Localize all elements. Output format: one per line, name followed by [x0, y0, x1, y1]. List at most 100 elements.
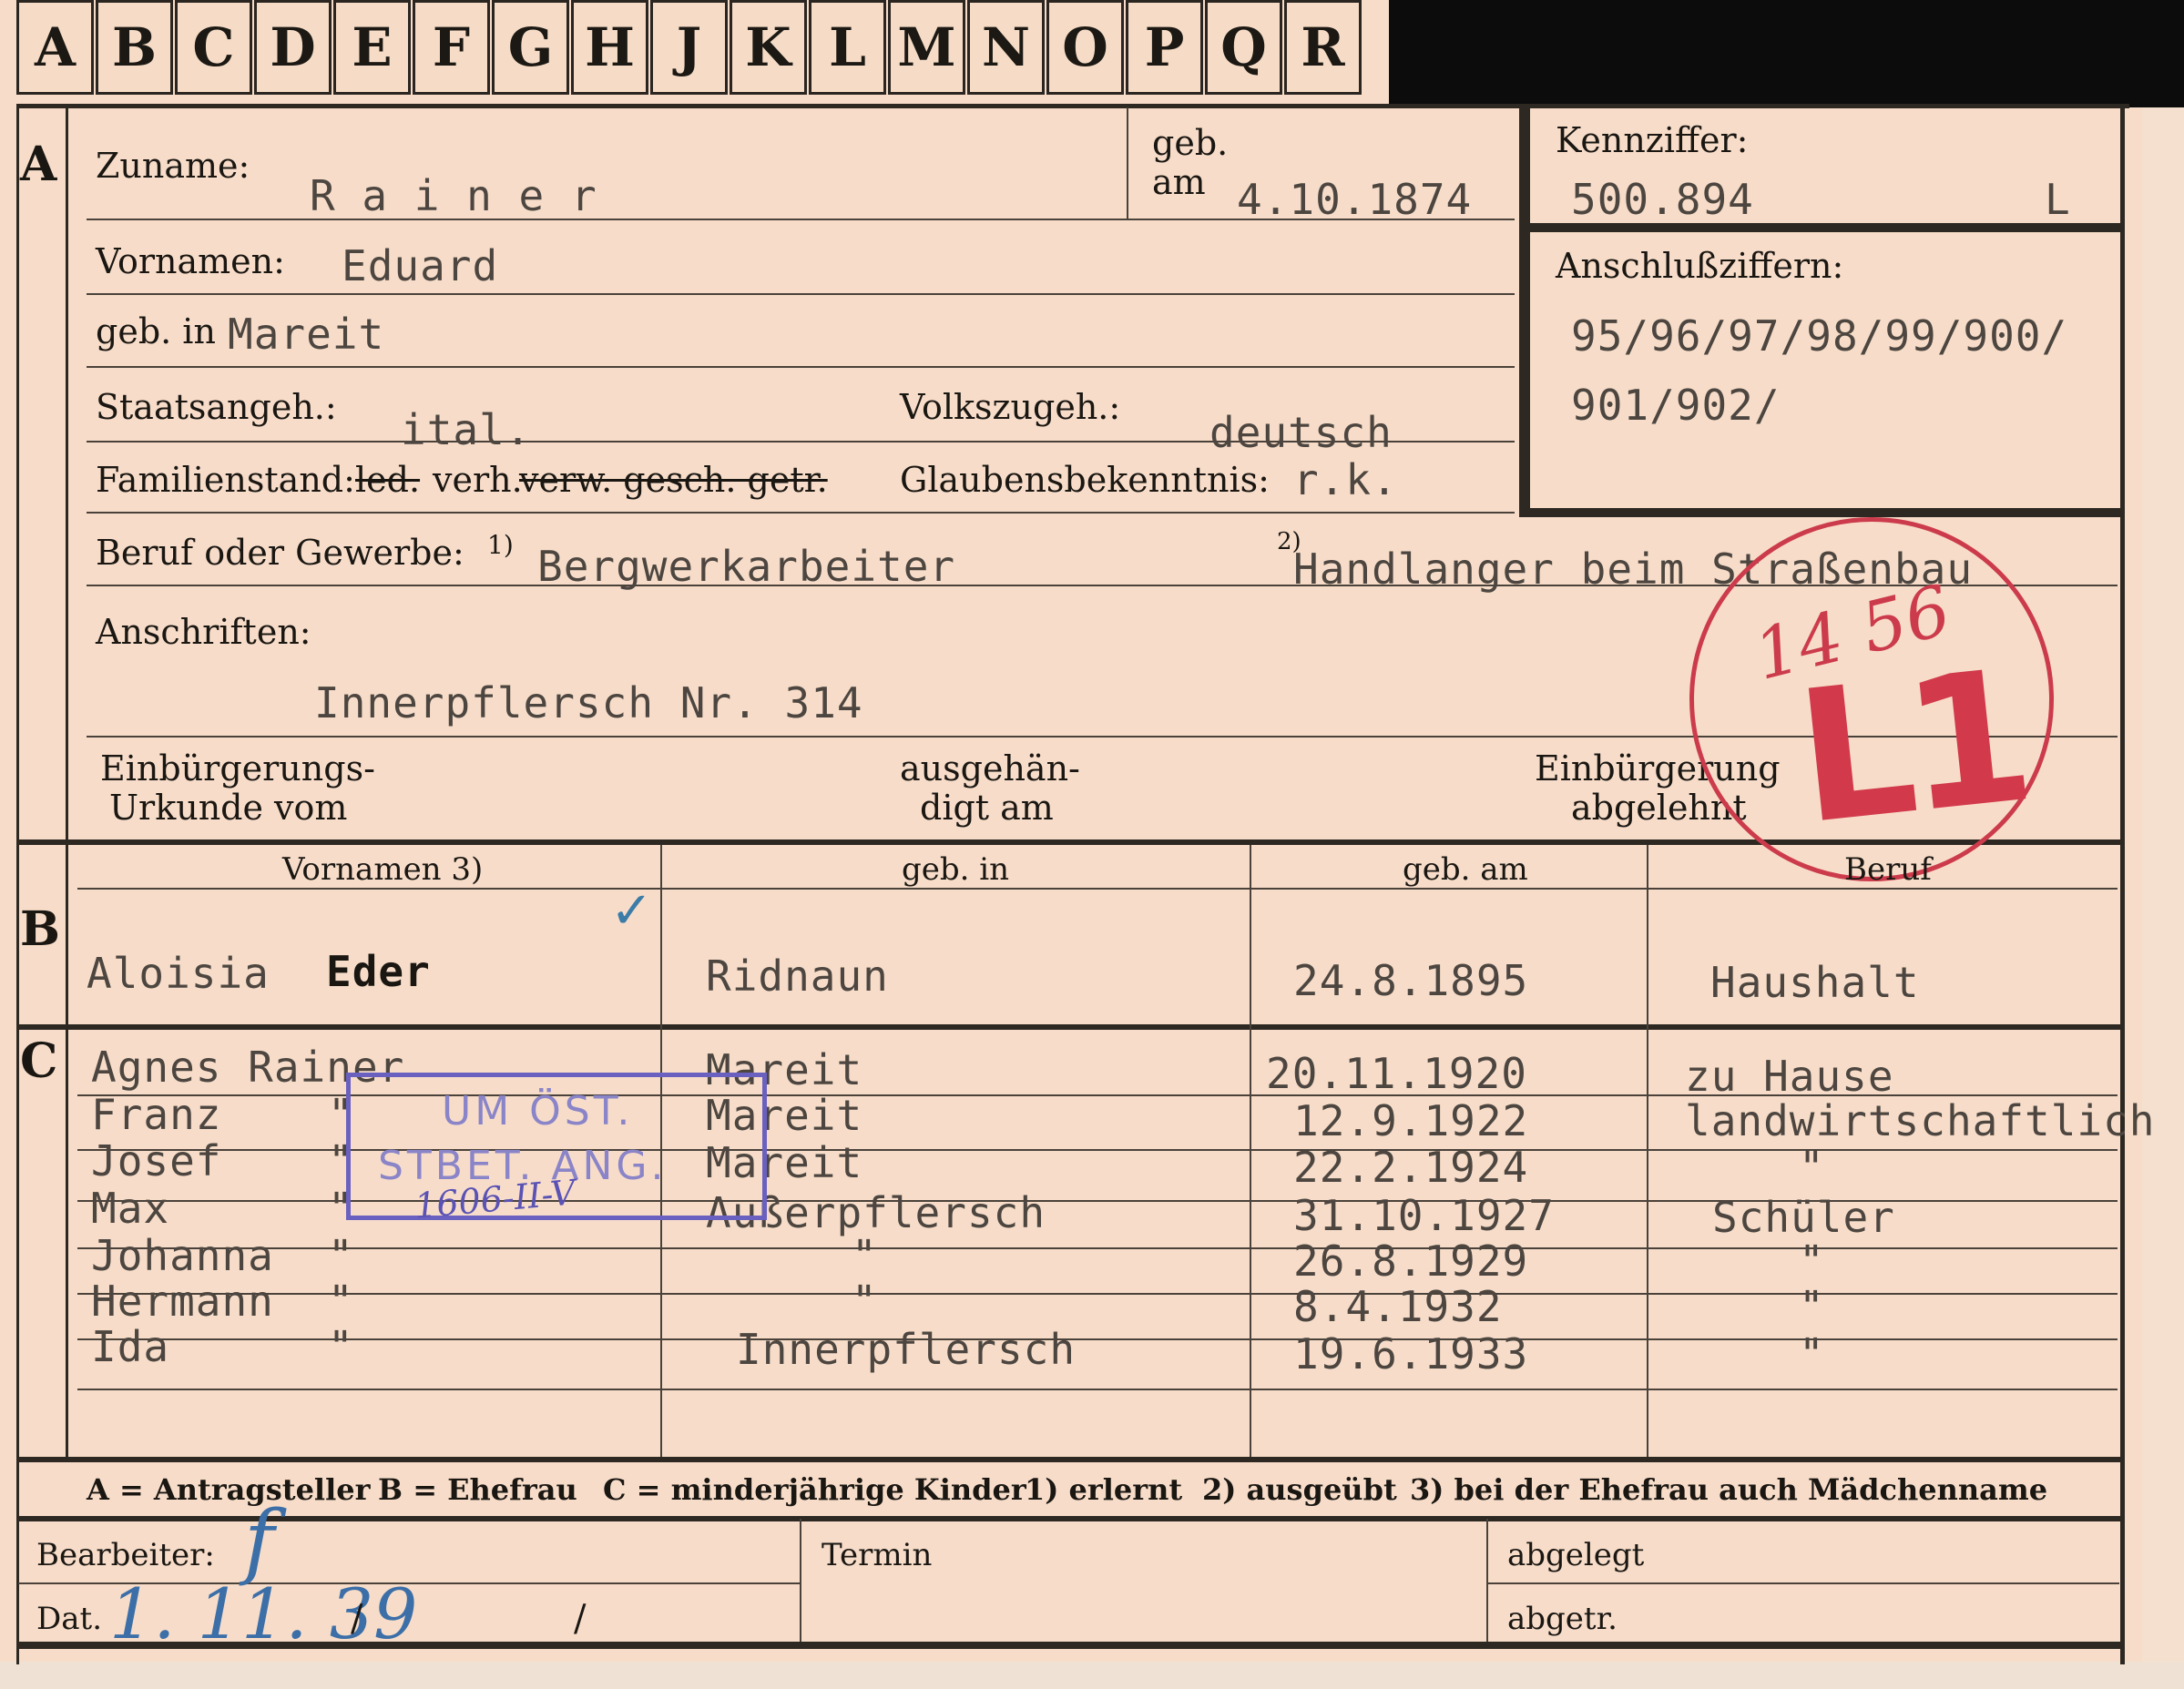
rule: [1647, 845, 1648, 1457]
alphabet-tab[interactable]: Q: [1205, 0, 1282, 95]
status-label: Familienstand:: [96, 460, 355, 500]
alphabet-tab[interactable]: L: [809, 0, 886, 95]
alphabet-tab[interactable]: G: [492, 0, 569, 95]
wife-header-birthdate: geb. am: [1403, 851, 1528, 888]
child-birthplace[interactable]: ": [852, 1231, 878, 1280]
surname-value[interactable]: R a i n e r: [310, 171, 597, 220]
naturalization-label: Einbürgerungs-: [100, 748, 375, 789]
birth-date-label-2: am: [1152, 162, 1206, 202]
section-a-letter: A: [20, 137, 57, 192]
religion-label: Glaubensbekenntnis:: [900, 460, 1270, 500]
alphabet-tab[interactable]: N: [967, 0, 1045, 95]
occupation-learned[interactable]: Bergwerkarbeiter: [537, 542, 955, 591]
stamp-code: L1: [1788, 630, 2035, 866]
ethnicity-value[interactable]: deutsch: [1209, 408, 1393, 457]
alphabet-tab[interactable]: F: [413, 0, 490, 95]
citizenship-value[interactable]: ital.: [401, 405, 531, 454]
child-occupation[interactable]: landwirtschaftlich: [1685, 1096, 2156, 1145]
occupation-label: Beruf oder Gewerbe:: [96, 533, 464, 573]
rule: [77, 1389, 2118, 1390]
alphabet-tab[interactable]: E: [333, 0, 411, 95]
alphabet-tab[interactable]: J: [650, 0, 728, 95]
alphabet-tab[interactable]: R: [1284, 0, 1362, 95]
section-c-letter: C: [20, 1033, 58, 1089]
wife-occupation[interactable]: Haushalt: [1710, 958, 1920, 1007]
child-name[interactable]: Josef: [91, 1136, 221, 1185]
rule: [2120, 107, 2125, 1664]
occupation-footnote-1: 1): [487, 530, 514, 560]
rule: [1127, 107, 1128, 219]
child-birthdate[interactable]: 20.11.1920: [1266, 1049, 1527, 1098]
birthplace-value[interactable]: Mareit: [228, 310, 384, 359]
legend-a: A = Antragsteller: [87, 1472, 371, 1507]
code-value[interactable]: 500.894: [1571, 175, 1754, 224]
alphabet-tab[interactable]: C: [175, 0, 252, 95]
code-box-border: [1519, 107, 1530, 517]
code-box-border: [1530, 223, 2120, 232]
child-birthdate[interactable]: 31.10.1927: [1293, 1191, 1555, 1240]
alphabet-tab[interactable]: D: [254, 0, 332, 95]
issued-label: ausgehän-: [900, 748, 1080, 789]
address-value[interactable]: Innerpflersch Nr. 314: [314, 678, 863, 727]
birth-date-value[interactable]: 4.10.1874: [1237, 175, 1472, 224]
legend-footnote-3: 3) bei der Ehefrau auch Mädchenname: [1410, 1472, 2048, 1507]
child-birthplace[interactable]: Innerpflersch: [736, 1325, 1076, 1374]
child-birthdate[interactable]: 19.6.1933: [1293, 1329, 1528, 1379]
child-name[interactable]: Max: [91, 1184, 169, 1233]
date-separator: /: [351, 1598, 363, 1640]
child-occupation[interactable]: ": [1799, 1329, 1825, 1379]
issued-label-2: digt am: [920, 788, 1054, 828]
alphabet-tab[interactable]: K: [730, 0, 807, 95]
child-occupation[interactable]: ": [1799, 1282, 1825, 1331]
alphabet-tab[interactable]: M: [888, 0, 965, 95]
child-name[interactable]: Johanna: [91, 1231, 274, 1280]
child-birthplace[interactable]: ": [852, 1277, 878, 1326]
birthplace-label: geb. in: [96, 311, 216, 351]
alphabet-tab[interactable]: H: [571, 0, 648, 95]
connect-value-1[interactable]: 95/96/97/98/99/900/: [1571, 311, 2067, 361]
legend-footnote-1: 1) erlernt: [1025, 1472, 1183, 1507]
connect-label: Anschlußziffern:: [1556, 246, 1844, 286]
child-birthdate[interactable]: 26.8.1929: [1293, 1236, 1528, 1286]
rule: [87, 512, 1515, 514]
alphabet-tab[interactable]: O: [1046, 0, 1124, 95]
connect-value-2[interactable]: 901/902/: [1571, 381, 1781, 430]
wife-header-firstname: Vornamen 3): [282, 851, 484, 888]
child-name[interactable]: Franz: [91, 1090, 221, 1139]
firstname-value[interactable]: Eduard: [342, 241, 498, 290]
wife-firstname[interactable]: Aloisia: [87, 949, 270, 998]
removed-label: abgetr.: [1507, 1601, 1618, 1637]
filed-label: abgelegt: [1507, 1537, 1645, 1573]
naturalization-label-2: Urkunde vom: [109, 788, 348, 828]
legend-b: B = Ehefrau: [378, 1472, 577, 1507]
child-occupation[interactable]: Schüler: [1712, 1193, 1895, 1242]
child-birthdate[interactable]: 12.9.1922: [1293, 1096, 1528, 1145]
child-name[interactable]: Hermann: [91, 1277, 274, 1326]
child-birthdate[interactable]: 8.4.1932: [1293, 1282, 1503, 1331]
status-option-married: verh.: [433, 460, 523, 500]
ethnicity-label: Volkszugeh.:: [900, 387, 1121, 427]
rule: [66, 845, 68, 1460]
wife-birthplace[interactable]: Ridnaun: [706, 951, 889, 1001]
alphabet-tab[interactable]: P: [1126, 0, 1203, 95]
child-name[interactable]: Ida: [91, 1322, 169, 1371]
child-occupation[interactable]: ": [1799, 1236, 1825, 1286]
term-label: Termin: [822, 1537, 933, 1573]
date-value[interactable]: 1. 11. 39: [109, 1573, 417, 1654]
child-birthdate[interactable]: 22.2.1924: [1293, 1143, 1528, 1192]
wife-header-birthplace: geb. in: [902, 851, 1010, 888]
alphabet-tab[interactable]: A: [16, 0, 94, 95]
rule: [87, 293, 1515, 295]
religion-value[interactable]: r.k.: [1293, 455, 1398, 504]
child-occupation[interactable]: ": [1799, 1143, 1825, 1192]
rule: [800, 1519, 801, 1642]
citizenship-label: Staatsangeh.:: [96, 387, 337, 427]
wife-birthdate[interactable]: 24.8.1895: [1293, 956, 1528, 1005]
child-occupation[interactable]: zu Hause: [1685, 1052, 1894, 1101]
legend-c: C = minderjährige Kinder: [603, 1472, 1026, 1507]
wife-maiden-name[interactable]: Eder: [326, 947, 431, 996]
code-suffix: L: [2045, 175, 2071, 224]
alphabet-tab[interactable]: B: [96, 0, 173, 95]
rule: [16, 107, 19, 1664]
section-rule: [16, 1457, 2122, 1462]
